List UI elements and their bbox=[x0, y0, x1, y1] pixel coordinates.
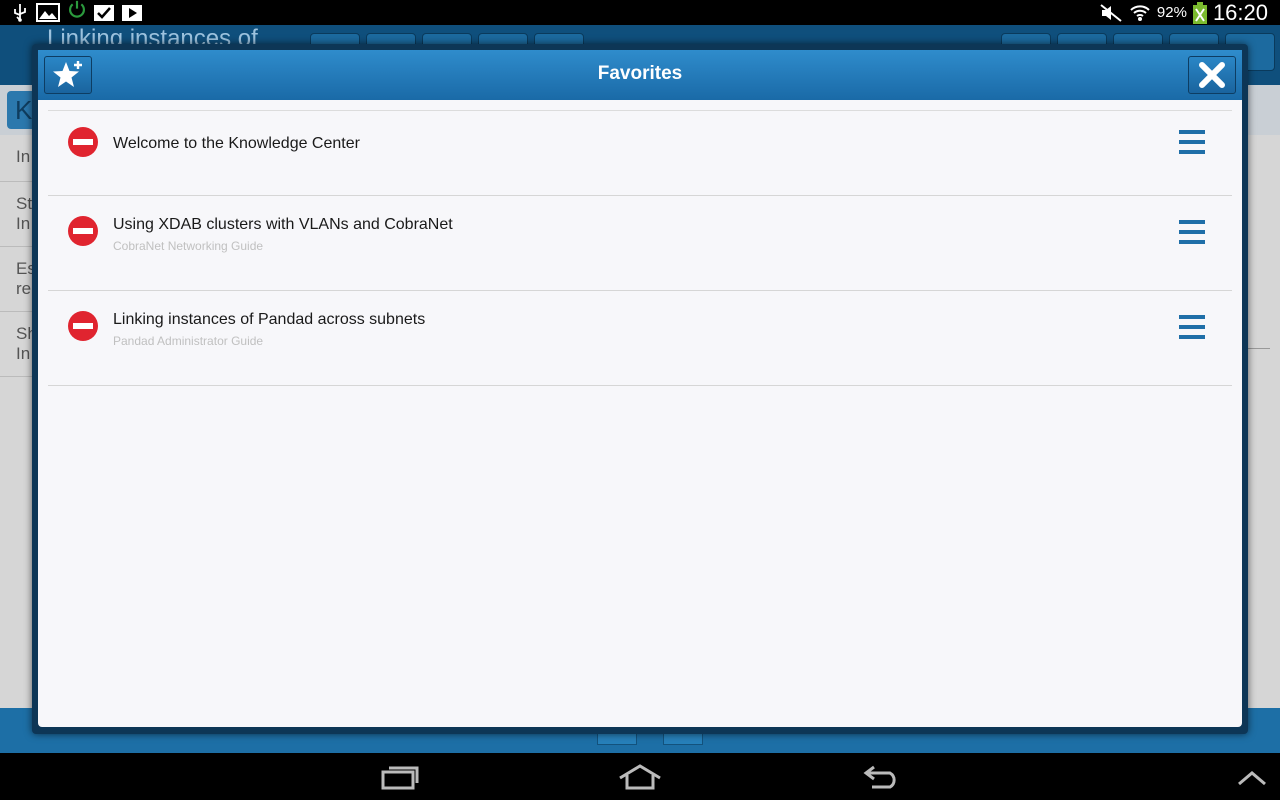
favorite-subtitle: Pandad Administrator Guide bbox=[113, 334, 264, 348]
clock: 16:20 bbox=[1212, 0, 1268, 25]
recent-apps-icon[interactable] bbox=[380, 763, 420, 791]
usb-icon bbox=[14, 4, 26, 22]
clipboard-check-icon bbox=[94, 5, 114, 21]
dialog-body: Welcome to the Knowledge Center Using XD… bbox=[38, 100, 1242, 727]
favorites-dialog: Favorites Welcome to the Knowledge Cente… bbox=[32, 44, 1248, 734]
drag-handle-icon[interactable] bbox=[1179, 129, 1205, 155]
status-bar: 92% 16:20 bbox=[0, 0, 1280, 25]
favorite-item[interactable]: Linking instances of Pandad across subne… bbox=[48, 291, 1232, 386]
favorite-title: Using XDAB clusters with VLANs and Cobra… bbox=[113, 216, 453, 233]
dialog-header: Favorites bbox=[38, 50, 1242, 100]
battery-percent: 92% bbox=[1156, 4, 1187, 21]
favorite-item[interactable]: Welcome to the Knowledge Center bbox=[48, 111, 1232, 196]
favorite-item[interactable]: Using XDAB clusters with VLANs and Cobra… bbox=[48, 196, 1232, 291]
back-icon[interactable] bbox=[862, 763, 902, 791]
favorites-list: Welcome to the Knowledge Center Using XD… bbox=[48, 110, 1232, 386]
remove-favorite-button[interactable] bbox=[67, 126, 99, 158]
add-favorite-button[interactable] bbox=[44, 56, 92, 94]
play-store-icon bbox=[122, 5, 142, 21]
close-icon bbox=[1199, 62, 1225, 88]
mute-icon bbox=[1100, 3, 1122, 22]
remove-favorite-button[interactable] bbox=[67, 310, 99, 342]
close-button[interactable] bbox=[1188, 56, 1236, 94]
power-icon bbox=[69, 0, 85, 18]
drag-handle-icon[interactable] bbox=[1179, 314, 1205, 340]
dialog-title: Favorites bbox=[597, 63, 683, 84]
wifi-icon bbox=[1130, 4, 1150, 21]
chevron-up-icon[interactable] bbox=[1236, 769, 1268, 787]
battery-charging-icon bbox=[1192, 1, 1207, 24]
remove-favorite-button[interactable] bbox=[67, 215, 99, 247]
favorite-title: Welcome to the Knowledge Center bbox=[113, 135, 360, 152]
navigation-bar bbox=[0, 753, 1280, 800]
favorite-title: Linking instances of Pandad across subne… bbox=[113, 311, 426, 328]
favorite-subtitle: CobraNet Networking Guide bbox=[113, 239, 264, 253]
star-plus-icon bbox=[53, 61, 82, 87]
image-icon bbox=[36, 3, 60, 22]
home-icon[interactable] bbox=[617, 763, 663, 791]
drag-handle-icon[interactable] bbox=[1179, 219, 1205, 245]
